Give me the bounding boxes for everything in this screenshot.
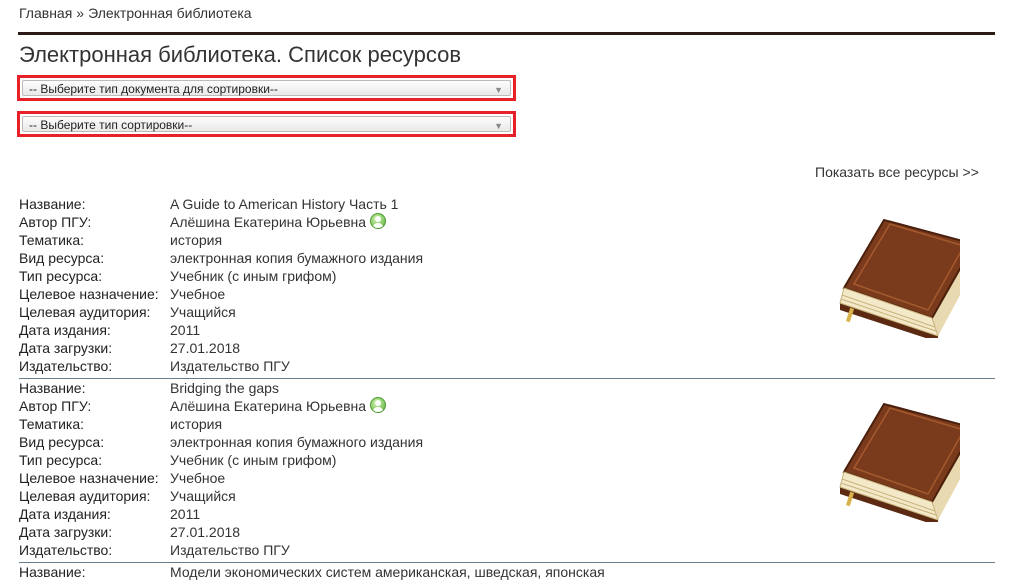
label-title: Название: bbox=[19, 564, 86, 580]
audience-value: Учащийся bbox=[170, 488, 236, 504]
author-link[interactable]: Алёшина Екатерина Юрьевна bbox=[170, 398, 366, 414]
avatar-icon[interactable] bbox=[370, 397, 387, 413]
breadcrumb-current: Электронная библиотека bbox=[88, 5, 252, 21]
audience-value: Учащийся bbox=[170, 304, 236, 320]
subject-value: история bbox=[170, 416, 223, 432]
dropdown-arrow-icon: ▼ bbox=[494, 121, 503, 131]
author-link[interactable]: Алёшина Екатерина Юрьевна bbox=[170, 214, 366, 230]
purpose-value: Учебное bbox=[170, 286, 226, 302]
publisher-value: Издательство ПГУ bbox=[170, 358, 290, 374]
sort-type-select[interactable]: -- Выберите тип сортировки-- ▼ bbox=[22, 116, 511, 132]
header-rule bbox=[18, 32, 995, 35]
label-pub-date: Дата издания: bbox=[19, 506, 111, 522]
label-publisher: Издательство: bbox=[19, 542, 113, 558]
doc-type-select[interactable]: -- Выберите тип документа для сортировки… bbox=[22, 80, 511, 96]
label-purpose: Целевое назначение: bbox=[19, 470, 159, 486]
avatar-icon[interactable] bbox=[370, 213, 387, 229]
show-all-resources-link[interactable]: Показать все ресурсы >> bbox=[815, 164, 979, 180]
publisher-value: Издательство ПГУ bbox=[170, 542, 290, 558]
label-purpose: Целевое назначение: bbox=[19, 286, 159, 302]
breadcrumb-separator: » bbox=[76, 5, 85, 21]
label-subject: Тематика: bbox=[19, 232, 84, 248]
label-audience: Целевая аудитория: bbox=[19, 304, 151, 320]
label-subject: Тематика: bbox=[19, 416, 84, 432]
breadcrumb: Главная» Электронная библиотека bbox=[19, 5, 252, 21]
label-resource-type: Тип ресурса: bbox=[19, 268, 103, 284]
pub-date-value: 2011 bbox=[170, 506, 201, 522]
breadcrumb-home-link[interactable]: Главная bbox=[19, 5, 72, 21]
resource-type-value: Учебник (с иным грифом) bbox=[170, 452, 337, 468]
book-icon[interactable] bbox=[820, 402, 960, 522]
resource-title-link[interactable]: Bridging the gaps bbox=[170, 380, 279, 396]
label-resource-type: Тип ресурса: bbox=[19, 452, 103, 468]
upload-date-value: 27.01.2018 bbox=[170, 524, 241, 540]
resource-type-value: Учебник (с иным грифом) bbox=[170, 268, 337, 284]
label-resource-kind: Вид ресурса: bbox=[19, 434, 105, 450]
subject-value: история bbox=[170, 232, 223, 248]
doc-type-select-value: -- Выберите тип документа для сортировки… bbox=[29, 82, 278, 96]
doc-type-select-highlight: -- Выберите тип документа для сортировки… bbox=[17, 75, 516, 101]
pub-date-value: 2011 bbox=[170, 322, 201, 338]
label-pub-date: Дата издания: bbox=[19, 322, 111, 338]
label-upload-date: Дата загрузки: bbox=[19, 340, 113, 356]
purpose-value: Учебное bbox=[170, 470, 226, 486]
sort-type-select-value: -- Выберите тип сортировки-- bbox=[29, 118, 193, 132]
label-author: Автор ПГУ: bbox=[19, 398, 92, 414]
label-resource-kind: Вид ресурса: bbox=[19, 250, 105, 266]
label-audience: Целевая аудитория: bbox=[19, 488, 151, 504]
resource-title-link[interactable]: Модели экономических систем американская… bbox=[170, 564, 605, 580]
label-title: Название: bbox=[19, 196, 86, 212]
label-author: Автор ПГУ: bbox=[19, 214, 92, 230]
sort-type-select-highlight: -- Выберите тип сортировки-- ▼ bbox=[17, 111, 516, 137]
page-title: Электронная библиотека. Список ресурсов bbox=[19, 42, 462, 67]
dropdown-arrow-icon: ▼ bbox=[494, 85, 503, 95]
label-upload-date: Дата загрузки: bbox=[19, 524, 113, 540]
resource-kind-value: электронная копия бумажного издания bbox=[170, 250, 424, 266]
upload-date-value: 27.01.2018 bbox=[170, 340, 241, 356]
label-title: Название: bbox=[19, 380, 86, 396]
book-icon[interactable] bbox=[820, 218, 960, 338]
resource-kind-value: электронная копия бумажного издания bbox=[170, 434, 424, 450]
resource-title-link[interactable]: A Guide to American History Часть 1 bbox=[170, 196, 398, 212]
label-publisher: Издательство: bbox=[19, 358, 113, 374]
